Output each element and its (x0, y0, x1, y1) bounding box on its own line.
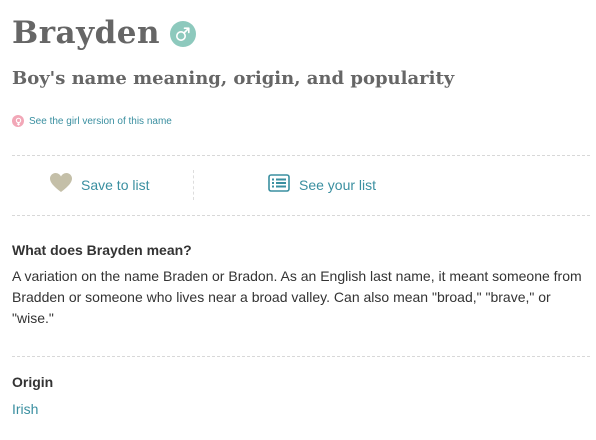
save-to-list-button[interactable]: Save to list (50, 156, 149, 214)
action-separator (193, 170, 194, 200)
list-icon (268, 173, 290, 197)
origin-heading: Origin (12, 374, 54, 390)
girl-version-label[interactable]: See the girl version of this name (29, 116, 172, 127)
heart-icon (50, 172, 72, 198)
male-symbol-icon (170, 20, 197, 47)
title-row: Brayden (12, 15, 197, 51)
page-subtitle: Boy's name meaning, origin, and populari… (12, 68, 455, 89)
see-your-list-button[interactable]: See your list (268, 156, 376, 214)
origin-link[interactable]: Irish (12, 401, 38, 417)
list-actions: Save to list See your list (12, 156, 590, 214)
meaning-heading: What does Brayden mean? (12, 242, 192, 258)
see-your-list-label[interactable]: See your list (299, 177, 376, 193)
save-to-list-label[interactable]: Save to list (81, 177, 149, 193)
divider (12, 356, 590, 357)
female-symbol-icon (12, 115, 24, 127)
meaning-text: A variation on the name Braden or Bradon… (12, 268, 582, 326)
girl-version-link[interactable]: See the girl version of this name (12, 115, 172, 127)
page-title: Brayden (12, 15, 161, 51)
divider (12, 215, 590, 216)
